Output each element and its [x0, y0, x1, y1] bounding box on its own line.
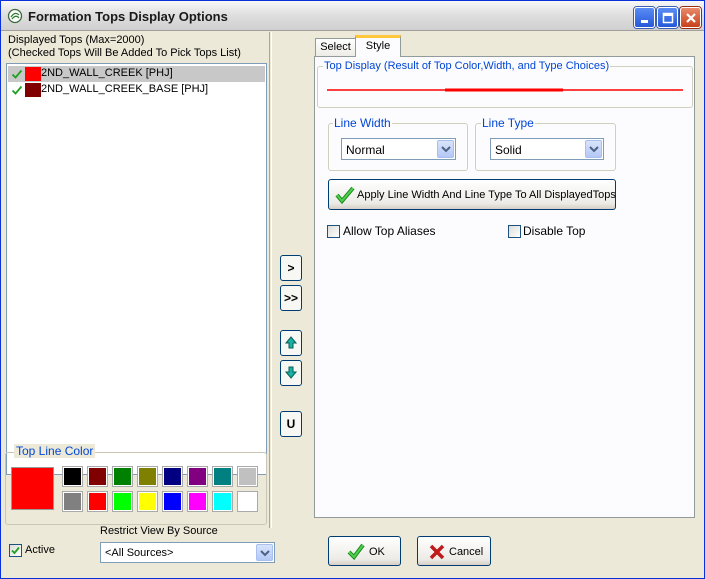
top-display-label: Top Display (Result of Top Color,Width, … [323, 60, 611, 72]
palette-color-swatch[interactable] [112, 466, 133, 487]
palette-color-swatch[interactable] [212, 491, 233, 512]
current-color-swatch[interactable] [11, 467, 54, 510]
top-color-swatch [25, 67, 41, 81]
panel-splitter[interactable] [269, 32, 272, 528]
checkmark-icon [347, 543, 365, 560]
line-width-dropdown-button[interactable] [437, 140, 454, 158]
close-window-button[interactable] [680, 7, 701, 28]
allow-top-aliases-label: Allow Top Aliases [343, 224, 436, 238]
checked-tops-hint: (Checked Tops Will Be Added To Pick Tops… [8, 47, 241, 59]
top-name: 2ND_WALL_CREEK [PHJ] [41, 67, 173, 79]
displayed-tops-list[interactable]: 2ND_WALL_CREEK [PHJ] 2ND_WALL_CREEK_BASE… [6, 63, 267, 475]
source-dropdown-button[interactable] [256, 544, 273, 561]
check-icon [11, 546, 20, 555]
disable-top-checkbox[interactable] [508, 225, 521, 238]
chevron-down-icon [260, 550, 270, 557]
maximize-button[interactable] [657, 7, 678, 28]
line-width-label: Line Width [333, 116, 392, 130]
palette-color-swatch[interactable] [87, 466, 108, 487]
palette-color-swatch[interactable] [187, 491, 208, 512]
top-display-preview [327, 88, 683, 92]
line-type-label: Line Type [481, 116, 535, 130]
tab-select[interactable]: Select [315, 38, 356, 57]
palette-color-swatch[interactable] [212, 466, 233, 487]
palette-color-swatch[interactable] [162, 491, 183, 512]
checkmark-icon [335, 186, 355, 204]
apply-line-style-button[interactable]: Apply Line Width And Line Type To All Di… [328, 179, 616, 210]
palette-color-swatch[interactable] [137, 491, 158, 512]
window-title: Formation Tops Display Options [28, 9, 228, 24]
palette-color-swatch[interactable] [187, 466, 208, 487]
chevron-down-icon [589, 146, 599, 153]
line-width-value: Normal [346, 143, 385, 157]
list-item[interactable]: 2ND_WALL_CREEK [PHJ] [8, 66, 265, 82]
disable-top-label: Disable Top [523, 224, 586, 238]
palette-color-swatch[interactable] [237, 491, 258, 512]
cancel-button[interactable]: Cancel [417, 536, 491, 566]
list-item[interactable]: 2ND_WALL_CREEK_BASE [PHJ] [8, 82, 265, 98]
allow-top-aliases-checkbox[interactable] [327, 225, 340, 238]
ok-label: OK [369, 546, 385, 558]
move-up-button[interactable] [280, 330, 302, 356]
source-select[interactable]: <All Sources> [100, 542, 275, 563]
move-down-button[interactable] [280, 360, 302, 386]
close-icon [686, 13, 696, 23]
palette-color-swatch[interactable] [162, 466, 183, 487]
uncheck-button[interactable]: U [280, 411, 302, 437]
add-top-button[interactable]: > [280, 255, 302, 281]
maximize-icon [662, 12, 674, 24]
title-bar[interactable]: Formation Tops Display Options [1, 1, 704, 31]
x-icon [429, 544, 445, 560]
check-icon[interactable] [11, 68, 23, 80]
line-type-dropdown-button[interactable] [585, 140, 602, 158]
minimize-icon [641, 20, 648, 23]
minimize-button[interactable] [634, 7, 655, 28]
line-type-select[interactable]: Solid [490, 138, 604, 160]
top-line-color-label: Top Line Color [14, 444, 96, 458]
apply-line-style-label: Apply Line Width And Line Type To All Di… [357, 189, 616, 201]
app-icon [7, 8, 23, 24]
tab-style[interactable]: Style [355, 35, 401, 57]
chevron-down-icon [441, 146, 451, 153]
palette-color-swatch[interactable] [62, 491, 83, 512]
palette-color-swatch[interactable] [112, 491, 133, 512]
arrow-up-icon [284, 336, 298, 349]
active-checkbox[interactable] [9, 544, 22, 557]
arrow-down-icon [284, 366, 298, 379]
formation-tops-dialog: Formation Tops Display Options Displayed… [0, 0, 705, 579]
line-type-value: Solid [495, 143, 522, 157]
restrict-view-label: Restrict View By Source [100, 525, 218, 537]
ok-button[interactable]: OK [328, 536, 401, 566]
palette-color-swatch[interactable] [87, 491, 108, 512]
palette-color-swatch[interactable] [62, 466, 83, 487]
palette-color-swatch[interactable] [237, 466, 258, 487]
top-color-swatch [25, 83, 41, 97]
palette-color-swatch[interactable] [137, 466, 158, 487]
displayed-tops-label: Displayed Tops (Max=2000) [8, 34, 145, 46]
top-name: 2ND_WALL_CREEK_BASE [PHJ] [41, 83, 209, 95]
add-all-tops-button[interactable]: >> [280, 285, 302, 311]
active-label: Active [25, 544, 55, 556]
line-width-select[interactable]: Normal [341, 138, 456, 160]
check-icon[interactable] [11, 84, 23, 96]
source-select-value: <All Sources> [105, 547, 174, 559]
cancel-label: Cancel [449, 546, 484, 558]
